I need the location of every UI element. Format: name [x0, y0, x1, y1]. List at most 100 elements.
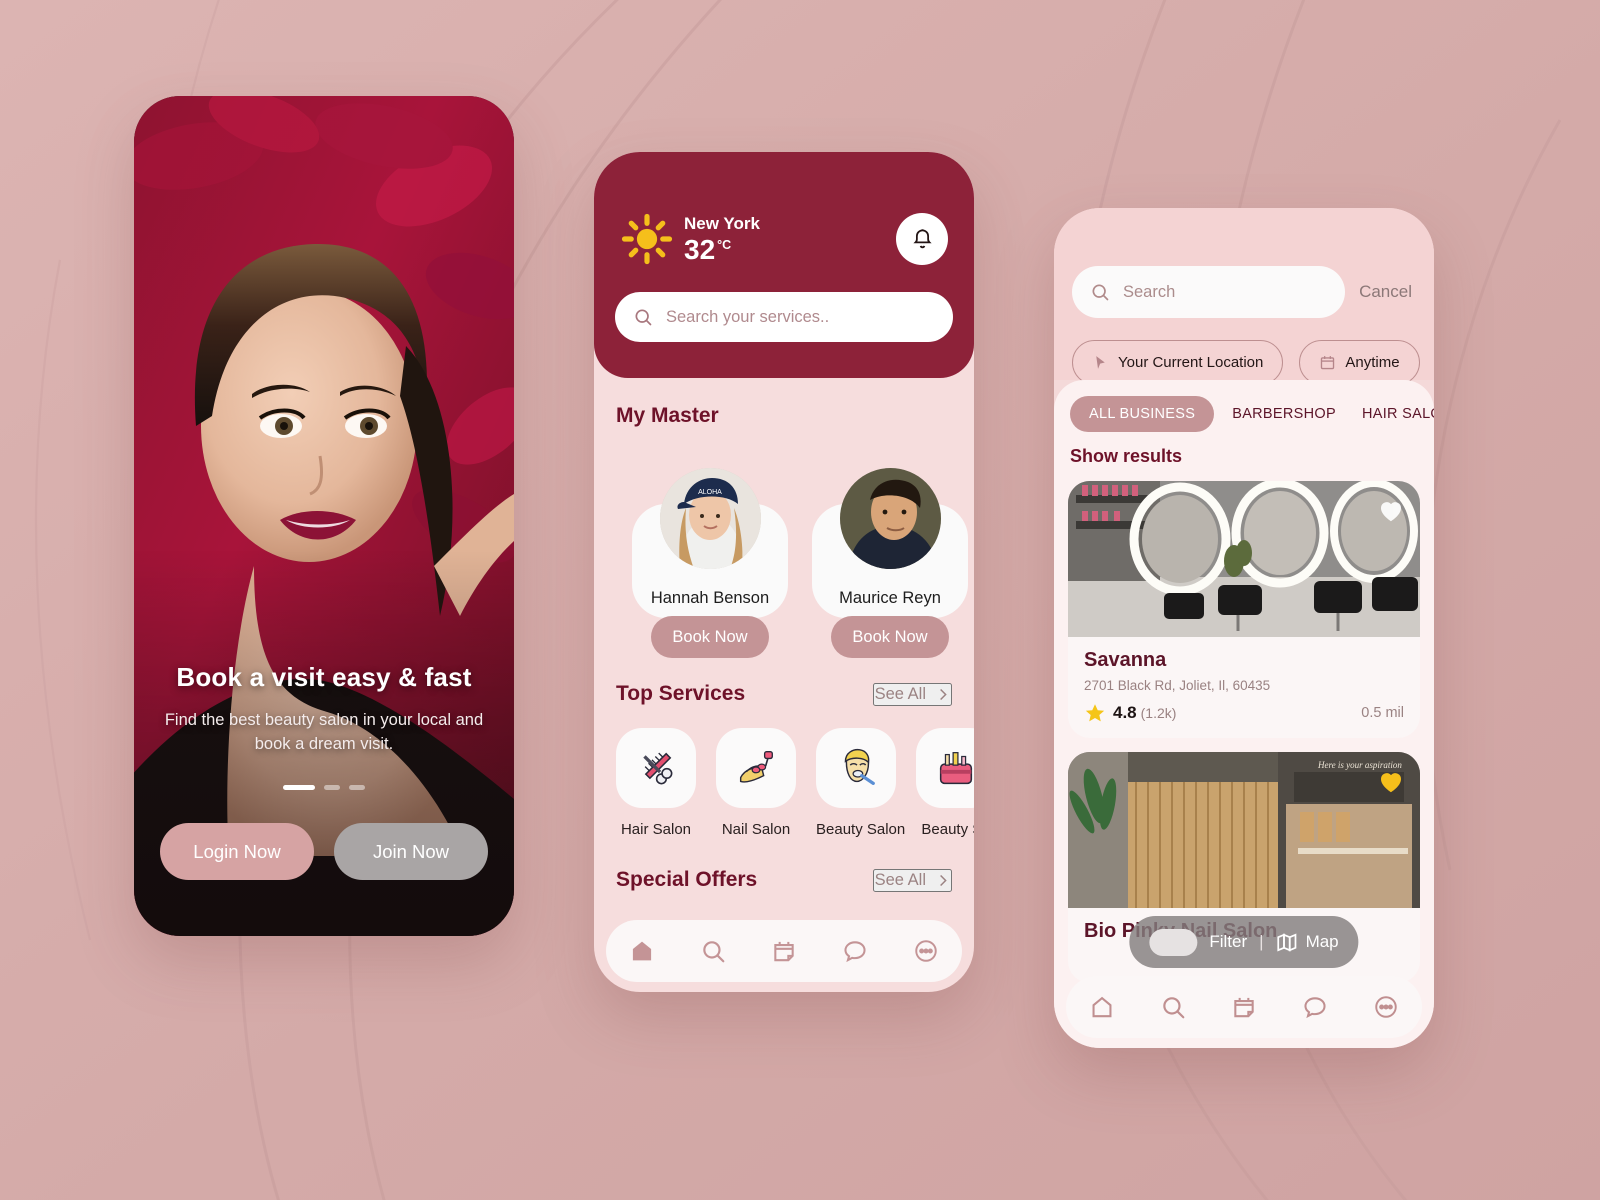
special-offers-see-all-button[interactable]: See All: [872, 868, 952, 892]
tab-all-business[interactable]: ALL BUSINESS: [1070, 396, 1215, 432]
search-icon: [635, 309, 652, 326]
filter-chip-label: Anytime: [1345, 354, 1400, 371]
map-icon: [1277, 933, 1297, 951]
result-rating-count: (1.2k): [1140, 705, 1177, 721]
scissors-comb-icon: [643, 752, 673, 785]
carousel-dots[interactable]: [160, 785, 488, 790]
salon-photo-savanna: [1068, 481, 1420, 637]
see-all-label: See All: [874, 870, 926, 889]
nav-bookings-button[interactable]: [1221, 990, 1267, 1024]
heart-icon: [1380, 773, 1402, 793]
see-all-label: See All: [874, 684, 926, 703]
phone-onboarding-screen: Book a visit easy & fast Find the best b…: [134, 96, 514, 936]
top-services-list: Hair Salon Nail Salon Beauty Salon Beaut…: [594, 706, 974, 838]
chat-bubble-icon: [844, 941, 866, 963]
search-input[interactable]: Search: [1072, 266, 1346, 318]
weather-temperature: 32: [684, 234, 716, 265]
nav-more-button[interactable]: [1363, 990, 1409, 1024]
location-arrow-icon: [1096, 356, 1105, 369]
result-rating: 4.8: [1113, 703, 1137, 722]
search-placeholder: Search: [1123, 282, 1176, 301]
page-subtitle: Find the best beauty salon in your local…: [164, 711, 484, 753]
svg-text:ALOHA: ALOHA: [698, 489, 722, 496]
filter-chip-location[interactable]: Your Current Location: [1072, 340, 1284, 385]
tab-hair-salon[interactable]: HAIR SALON: [1354, 396, 1434, 432]
filter-map-divider: |: [1259, 932, 1264, 951]
avatar: ALOHA: [659, 468, 761, 569]
top-services-see-all-button[interactable]: See All: [872, 682, 952, 706]
login-button[interactable]: Login Now: [160, 823, 314, 880]
service-item-nail-salon[interactable]: Nail Salon: [716, 728, 796, 838]
home-icon: [632, 941, 651, 961]
facial-icon: [844, 748, 875, 785]
result-photo: Here is your aspiration: [1068, 752, 1420, 908]
book-now-button[interactable]: Book Now: [651, 616, 769, 658]
avatar-photo-maurice: [839, 468, 941, 569]
tab-barbershop[interactable]: BARBERSHOP: [1224, 396, 1344, 432]
carousel-dot-2[interactable]: [324, 785, 340, 790]
result-card[interactable]: Savanna 2701 Black Rd, Joliet, Il, 60435…: [1068, 481, 1420, 738]
carousel-dot-3[interactable]: [349, 785, 365, 790]
service-label: Beauty Salon: [816, 821, 906, 838]
page-title: Book a visit easy & fast: [176, 662, 472, 693]
weather-city: New York: [684, 214, 760, 233]
nav-chat-button[interactable]: [832, 934, 878, 968]
filter-toggle[interactable]: [1149, 928, 1198, 956]
bell-icon: [912, 228, 932, 248]
result-address: 2701 Black Rd, Joliet, Il, 60435: [1084, 678, 1271, 693]
nav-home-button[interactable]: [619, 934, 665, 968]
home-icon: [1092, 996, 1112, 1018]
map-label: Map: [1305, 932, 1339, 951]
filter-chip-anytime[interactable]: Anytime: [1299, 340, 1420, 385]
nav-search-button[interactable]: [690, 934, 736, 968]
nav-chat-button[interactable]: [1292, 990, 1338, 1024]
weather-unit: °C: [717, 238, 732, 252]
cancel-button[interactable]: Cancel: [1359, 282, 1412, 302]
calendar-icon: [1321, 356, 1335, 370]
master-name: Maurice Reyn: [839, 589, 941, 607]
book-now-button[interactable]: Book Now: [831, 616, 949, 658]
notifications-button[interactable]: [896, 213, 948, 265]
search-icon: [703, 941, 725, 963]
chat-bubble-icon: [1304, 997, 1326, 1019]
calendar-icon: [1234, 997, 1254, 1018]
service-item-hair-salon[interactable]: Hair Salon: [616, 728, 696, 838]
nail-polish-icon: [739, 751, 773, 783]
services-search-bar[interactable]: Search your services..: [615, 292, 953, 342]
calendar-icon: [774, 941, 794, 962]
nav-search-button[interactable]: [1150, 990, 1196, 1024]
carousel-dot-1[interactable]: [283, 785, 315, 790]
result-name: Savanna: [1084, 649, 1167, 671]
special-offers-title: Special Offers: [616, 868, 758, 891]
join-button[interactable]: Join Now: [334, 823, 488, 880]
phone-home-screen: New York 32 °C Search your services.. My…: [594, 152, 974, 992]
service-item-beauty-salon[interactable]: Beauty Salon: [816, 728, 906, 838]
avatar-photo-hannah: ALOHA: [659, 468, 761, 569]
service-label: Hair Salon: [620, 821, 692, 838]
favorite-heart-button[interactable]: [1376, 766, 1406, 796]
more-dots-icon: [915, 940, 938, 962]
nav-home-button[interactable]: [1079, 990, 1125, 1024]
results-title: Show results: [1070, 446, 1183, 466]
master-name: Hannah Benson: [650, 589, 770, 607]
my-master-list: ALOHA Hannah Benson Book Now Maurice Rey…: [594, 428, 974, 658]
master-card[interactable]: Maurice Reyn Book Now: [812, 468, 968, 658]
filter-label: Filter: [1209, 932, 1248, 951]
master-card[interactable]: ALOHA Hannah Benson Book Now: [632, 468, 788, 658]
service-item-beauty-salon-2[interactable]: Beauty Sa: [916, 728, 974, 838]
map-button[interactable]: Map: [1276, 931, 1339, 954]
heart-icon: [1380, 502, 1402, 522]
services-search-placeholder: Search your services..: [666, 307, 830, 326]
makeup-kit-icon: [939, 752, 973, 785]
more-dots-icon: [1375, 996, 1398, 1018]
chevron-right-icon: [940, 688, 947, 700]
salon-photo-bio-pinky: Here is your aspiration: [1068, 752, 1420, 908]
result-photo: [1068, 481, 1420, 637]
search-icon: [1163, 997, 1185, 1019]
hero-section: Book a visit easy & fast Find the best b…: [134, 96, 514, 936]
nav-more-button[interactable]: [903, 934, 949, 968]
nav-bookings-button[interactable]: [761, 934, 807, 968]
favorite-heart-button[interactable]: [1376, 495, 1406, 525]
bottom-navigation: [1066, 976, 1422, 1038]
category-tabs: ALL BUSINESS BARBERSHOP HAIR SALON MASSA…: [1054, 380, 1434, 432]
